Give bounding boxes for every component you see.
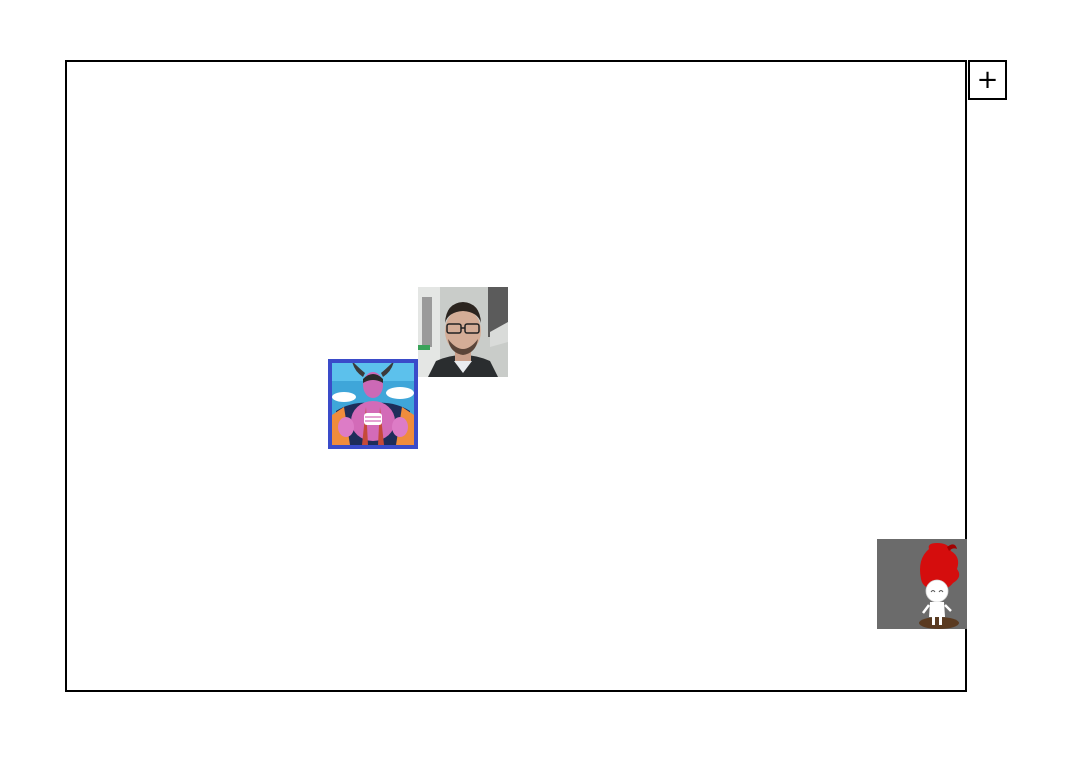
red-flame-hair-chibi-image bbox=[877, 539, 967, 629]
avatar-tile-horned-character[interactable] bbox=[328, 359, 418, 449]
horned-purple-character-image bbox=[332, 363, 414, 445]
add-item-button[interactable]: + bbox=[968, 60, 1007, 100]
avatar-tile-man-glasses[interactable] bbox=[418, 287, 508, 377]
man-with-glasses-photo bbox=[418, 287, 508, 377]
board-canvas[interactable] bbox=[65, 60, 967, 692]
avatar-tile-chibi[interactable] bbox=[877, 539, 967, 629]
